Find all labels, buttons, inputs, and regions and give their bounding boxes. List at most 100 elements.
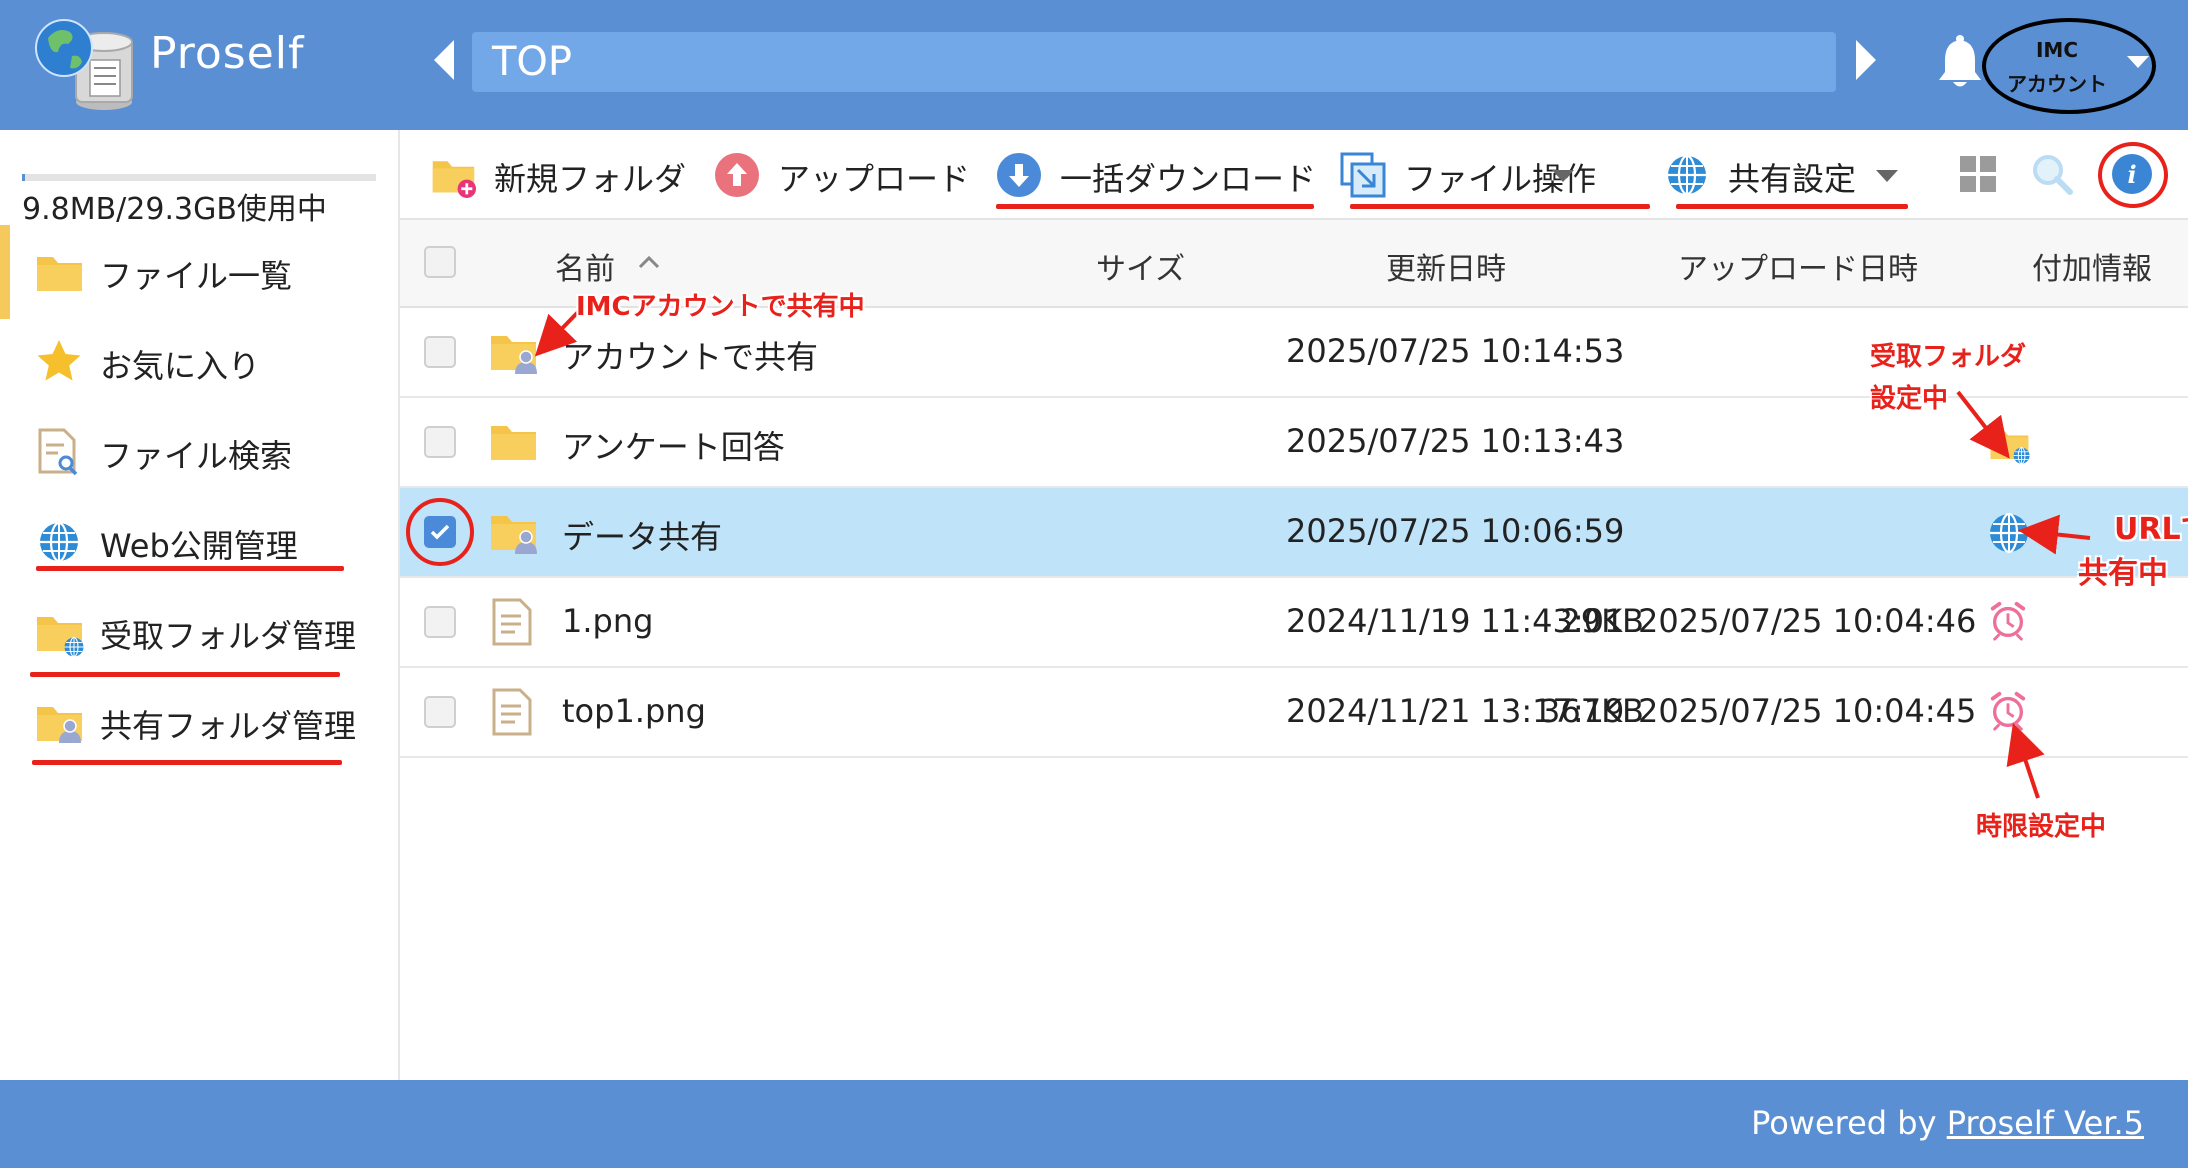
folder-icon bbox=[37, 257, 82, 291]
grid-view-icon[interactable] bbox=[1958, 154, 1998, 194]
footer: Powered by Proself Ver.5 bbox=[0, 1080, 2188, 1168]
modified-date: 2025/07/25 10:06:59 bbox=[1286, 512, 1625, 550]
sidebar-item-receive-folders[interactable]: 受取フォルダ管理 bbox=[0, 587, 398, 677]
file-name[interactable]: データ共有 bbox=[562, 512, 722, 558]
modified-date: 2024/11/19 11:43:01 bbox=[1286, 602, 1625, 640]
folder-icon bbox=[491, 426, 536, 460]
account-name: IMC bbox=[2035, 38, 2079, 62]
upload-date: 2025/07/25 10:04:45 bbox=[1638, 692, 1977, 730]
sidebar-item-label: 共有フォルダ管理 bbox=[100, 707, 357, 745]
back-arrow-icon[interactable] bbox=[434, 40, 454, 80]
file-name[interactable]: アカウントで共有 bbox=[562, 332, 818, 378]
sidebar: 9.8MB/29.3GB使用中 ファイル一覧 お気に入り ファイル検索 Web公… bbox=[0, 130, 400, 1080]
file-name[interactable]: アンケート回答 bbox=[562, 422, 785, 468]
alarm-icon bbox=[1990, 601, 2026, 642]
shared-folder-icon bbox=[491, 336, 538, 375]
column-size-header[interactable]: サイズ bbox=[1096, 244, 1185, 288]
receive-folder-icon bbox=[37, 617, 84, 657]
new-folder-button[interactable]: 新規フォルダ bbox=[430, 130, 690, 218]
annotation-imc-share: IMCアカウントで共有中 bbox=[576, 292, 865, 322]
file-name[interactable]: 1.png bbox=[562, 602, 653, 640]
row-checkbox[interactable] bbox=[424, 696, 456, 728]
column-uploaded-header[interactable]: アップロード日時 bbox=[1678, 244, 1918, 288]
toolbar: 新規フォルダ アップロード 一括ダウンロード ファイル操作 共有設定 i bbox=[400, 130, 2188, 220]
breadcrumb[interactable]: TOP bbox=[472, 32, 1836, 92]
chevron-down-icon bbox=[1552, 170, 1574, 182]
annotation-underline bbox=[36, 566, 344, 571]
sidebar-item-label: 受取フォルダ管理 bbox=[100, 617, 357, 655]
annotation-receive-folder-line1: 受取フォルダ bbox=[1870, 342, 2027, 372]
brand-name: Proself bbox=[150, 28, 305, 79]
forward-arrow-icon[interactable] bbox=[1856, 40, 1876, 80]
annotation-underline bbox=[32, 760, 342, 765]
usage-bar-fill bbox=[22, 174, 25, 181]
modified-date: 2025/07/25 10:13:43 bbox=[1286, 422, 1625, 460]
sidebar-item-label: ファイル一覧 bbox=[100, 257, 293, 295]
globe-icon bbox=[1666, 154, 1708, 196]
file-icon bbox=[492, 598, 532, 646]
annotation-underline bbox=[1676, 204, 1908, 209]
proself-logo-icon bbox=[35, 19, 133, 110]
usage-bar bbox=[22, 174, 376, 181]
search-icon[interactable] bbox=[2030, 152, 2074, 196]
modified-date: 2025/07/25 10:14:53 bbox=[1286, 332, 1625, 370]
file-search-icon bbox=[38, 428, 78, 476]
column-name-label: 名前 bbox=[555, 252, 615, 287]
column-info-header[interactable]: 付加情報 bbox=[2032, 244, 2152, 288]
app-header: Proself TOP IMC アカウント bbox=[0, 0, 2188, 130]
powered-by-text: Powered by Proself Ver.5 bbox=[1751, 1104, 2144, 1142]
receive-folder-icon bbox=[1990, 430, 2030, 464]
bulk-download-label: 一括ダウンロード bbox=[1060, 160, 1317, 198]
sidebar-item-favorites[interactable]: お気に入り bbox=[0, 317, 398, 407]
file-name[interactable]: top1.png bbox=[562, 692, 706, 730]
sidebar-item-label: Web公開管理 bbox=[100, 527, 298, 565]
download-icon bbox=[997, 153, 1041, 197]
sidebar-item-web-publish[interactable]: Web公開管理 bbox=[0, 497, 398, 587]
sidebar-item-file-search[interactable]: ファイル検索 bbox=[0, 407, 398, 497]
sidebar-item-label: お気に入り bbox=[100, 347, 261, 385]
storage-usage-text: 9.8MB/29.3GB使用中 bbox=[22, 192, 327, 227]
row-checkbox[interactable] bbox=[424, 336, 456, 368]
sidebar-item-shared-folders[interactable]: 共有フォルダ管理 bbox=[0, 677, 398, 767]
column-name-header[interactable]: 名前 bbox=[555, 244, 660, 288]
table-row[interactable]: 1.png 29KB 2024/11/19 11:43:01 2025/07/2… bbox=[400, 578, 2188, 668]
current-path: TOP bbox=[492, 39, 573, 85]
powered-by-prefix: Powered by bbox=[1751, 1104, 1947, 1142]
new-folder-icon bbox=[432, 161, 476, 198]
shared-folder-icon bbox=[37, 707, 82, 744]
column-modified-header[interactable]: 更新日時 bbox=[1386, 244, 1506, 288]
table-row-selected[interactable]: データ共有 2025/07/25 10:06:59 bbox=[400, 488, 2188, 578]
proself-version-link[interactable]: Proself Ver.5 bbox=[1947, 1104, 2144, 1142]
annotation-time-limit: 時限設定中 bbox=[1976, 812, 2107, 842]
shared-folder-icon bbox=[491, 516, 538, 555]
bell-icon[interactable] bbox=[1935, 34, 1985, 90]
sort-ascending-icon bbox=[638, 255, 660, 269]
annotation-url-share-line1: URLで bbox=[2114, 512, 2188, 547]
globe-icon bbox=[38, 521, 80, 563]
star-icon bbox=[37, 340, 81, 381]
file-operations-icon bbox=[1340, 152, 1386, 198]
share-settings-label: 共有設定 bbox=[1728, 160, 1857, 198]
row-checkbox[interactable] bbox=[424, 606, 456, 638]
upload-label: アップロード bbox=[778, 160, 971, 198]
chevron-down-icon bbox=[1876, 170, 1898, 182]
sidebar-item-file-list[interactable]: ファイル一覧 bbox=[0, 225, 398, 319]
annotation-receive-folder-line2: 設定中 bbox=[1870, 384, 1949, 414]
sidebar-item-label: ファイル検索 bbox=[100, 437, 293, 475]
globe-icon bbox=[1988, 512, 2030, 554]
modified-date: 2024/11/21 13:17:19 bbox=[1286, 692, 1625, 730]
upload-icon bbox=[715, 153, 759, 197]
annotation-underline bbox=[996, 204, 1314, 209]
select-all-checkbox[interactable] bbox=[424, 246, 456, 278]
upload-button[interactable]: アップロード bbox=[714, 130, 974, 218]
new-folder-label: 新規フォルダ bbox=[494, 160, 687, 198]
row-checkbox[interactable] bbox=[424, 426, 456, 458]
account-menu[interactable]: IMC アカウント bbox=[1982, 18, 2162, 118]
upload-date: 2025/07/25 10:04:46 bbox=[1638, 602, 1977, 640]
alarm-icon bbox=[1990, 691, 2026, 732]
annotation-underline bbox=[1350, 204, 1650, 209]
file-icon bbox=[492, 688, 532, 736]
annotation-url-share-line2: 共有中 bbox=[2078, 556, 2168, 591]
account-type: アカウント bbox=[2007, 72, 2107, 96]
table-row[interactable]: top1.png 367KB 2024/11/21 13:17:19 2025/… bbox=[400, 668, 2188, 758]
